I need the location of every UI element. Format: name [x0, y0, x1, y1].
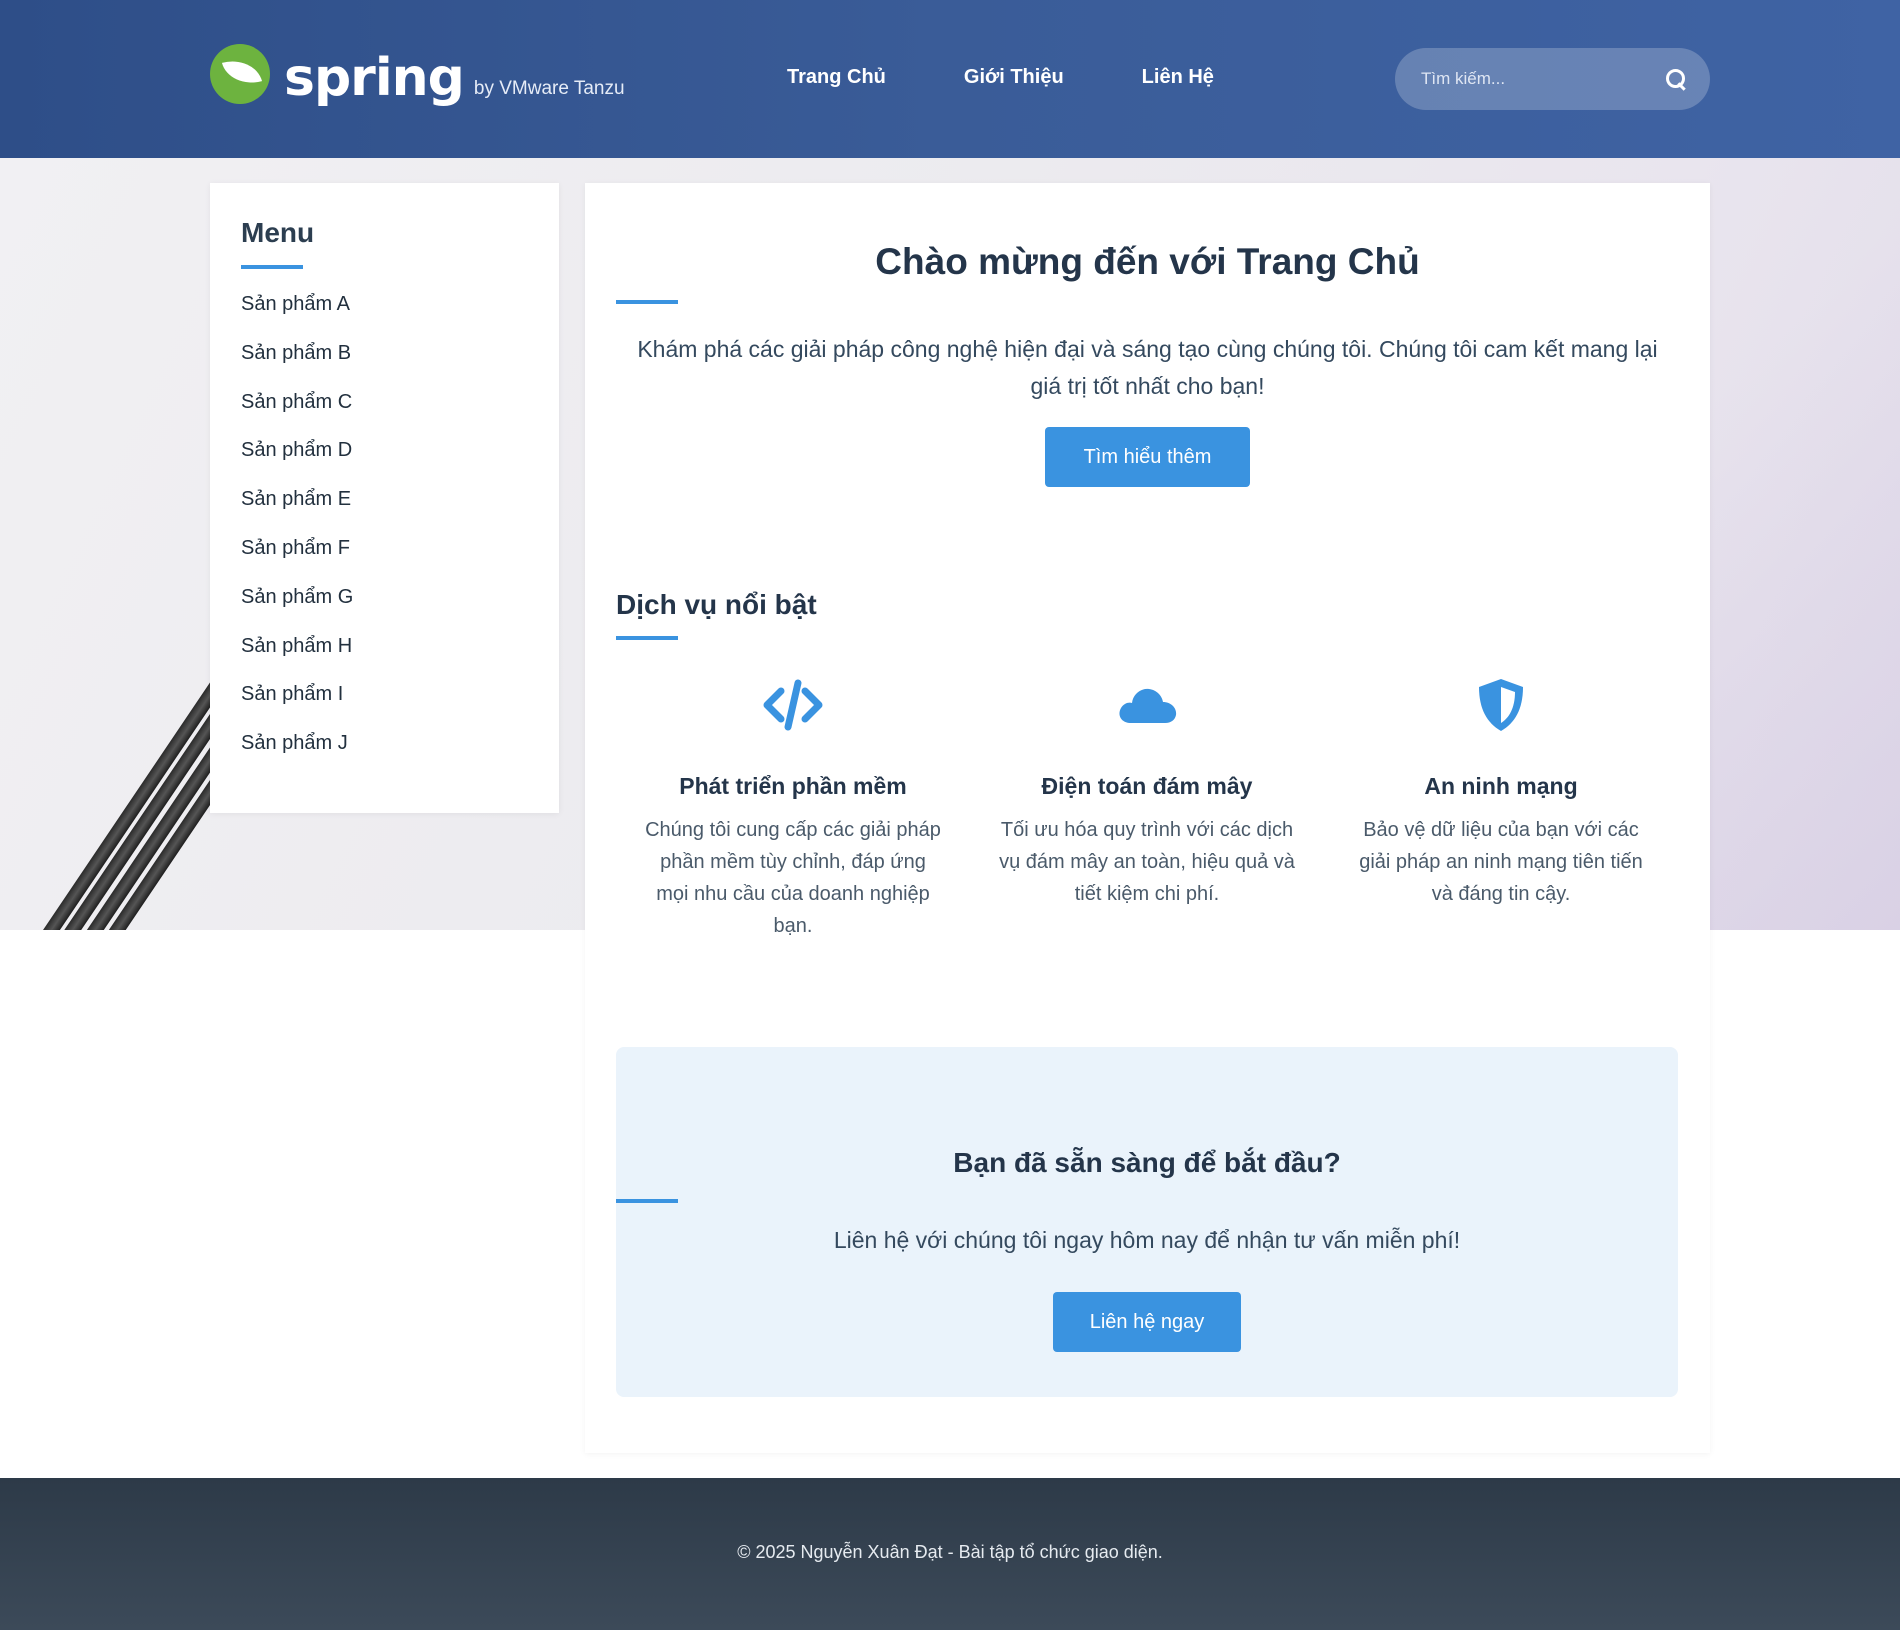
sidebar-item[interactable]: Sản phẩm I	[241, 677, 528, 726]
service-card: Điện toán đám mây Tối ưu hóa quy trình v…	[970, 663, 1324, 953]
cloud-icon	[1115, 673, 1179, 737]
sidebar-item[interactable]: Sản phẩm E	[241, 482, 528, 531]
code-icon	[761, 673, 825, 737]
sidebar: Menu Sản phẩm A Sản phẩm B Sản phẩm C Sả…	[210, 183, 559, 813]
service-card: An ninh mạng Bảo vệ dữ liệu của bạn với …	[1324, 663, 1678, 953]
service-text: Chúng tôi cung cấp các giải pháp phần mề…	[645, 819, 941, 937]
shield-icon	[1469, 673, 1533, 737]
title-underline	[616, 1199, 678, 1203]
service-text: Tối ưu hóa quy trình với các dịch vụ đám…	[999, 819, 1295, 905]
sidebar-item[interactable]: Sản phẩm B	[241, 336, 528, 385]
nav-about[interactable]: Giới Thiệu	[964, 66, 1064, 89]
sidebar-item[interactable]: Sản phẩm G	[241, 580, 528, 629]
hero-text: Khám phá các giải pháp công nghệ hiện đạ…	[637, 336, 1658, 399]
cta-text: Liên hệ với chúng tôi ngay hôm nay để nh…	[833, 1227, 1461, 1253]
sidebar-item[interactable]: Sản phẩm A	[241, 287, 528, 336]
search-box	[1395, 48, 1710, 110]
spring-leaf-icon	[210, 44, 270, 104]
footer-text: © 2025 Nguyễn Xuân Đạt - Bài tập tổ chức…	[737, 1542, 1163, 1562]
title-underline	[616, 300, 678, 304]
service-card: Phát triển phần mềm Chúng tôi cung cấp c…	[616, 663, 970, 953]
services-title: Dịch vụ nổi bật	[616, 589, 817, 620]
sidebar-item[interactable]: Sản phẩm C	[241, 385, 528, 434]
nav-contact[interactable]: Liên Hệ	[1142, 66, 1214, 89]
main-nav: Trang Chủ Giới Thiệu Liên Hệ	[787, 66, 1214, 89]
services-grid: Phát triển phần mềm Chúng tôi cung cấp c…	[616, 663, 1678, 953]
learn-more-button[interactable]: Tìm hiểu thêm	[1045, 427, 1250, 487]
sidebar-item[interactable]: Sản phẩm D	[241, 433, 528, 482]
search-icon[interactable]	[1664, 67, 1688, 91]
title-underline	[241, 265, 303, 269]
logo-wordmark: spring	[284, 48, 465, 108]
service-title: Phát triển phần mềm	[679, 773, 907, 799]
sidebar-menu: Sản phẩm A Sản phẩm B Sản phẩm C Sản phẩ…	[241, 287, 528, 775]
service-text: Bảo vệ dữ liệu của bạn với các giải pháp…	[1359, 819, 1643, 905]
page-title: Chào mừng đến với Trang Chủ	[875, 241, 1420, 282]
spring-logo[interactable]: spring by VMware Tanzu	[210, 44, 625, 104]
cta-box: Bạn đã sẵn sàng để bắt đầu? Liên hệ với …	[616, 1047, 1678, 1397]
main-content: Chào mừng đến với Trang Chủ Khám phá các…	[585, 183, 1710, 1453]
cta-title: Bạn đã sẵn sàng để bắt đầu?	[953, 1147, 1341, 1178]
search-input[interactable]	[1421, 69, 1664, 89]
logo-byline: by VMware Tanzu	[473, 78, 625, 99]
title-underline	[616, 636, 678, 640]
service-title: Điện toán đám mây	[1041, 773, 1253, 799]
site-footer: © 2025 Nguyễn Xuân Đạt - Bài tập tổ chức…	[0, 1478, 1900, 1630]
service-title: An ninh mạng	[1424, 773, 1578, 799]
contact-now-button[interactable]: Liên hệ ngay	[1053, 1292, 1241, 1352]
sidebar-item[interactable]: Sản phẩm J	[241, 726, 528, 775]
sidebar-item[interactable]: Sản phẩm H	[241, 629, 528, 678]
site-header: spring by VMware Tanzu Trang Chủ Giới Th…	[0, 0, 1900, 158]
nav-home[interactable]: Trang Chủ	[787, 66, 886, 89]
sidebar-item[interactable]: Sản phẩm F	[241, 531, 528, 580]
sidebar-title: Menu	[241, 217, 315, 248]
